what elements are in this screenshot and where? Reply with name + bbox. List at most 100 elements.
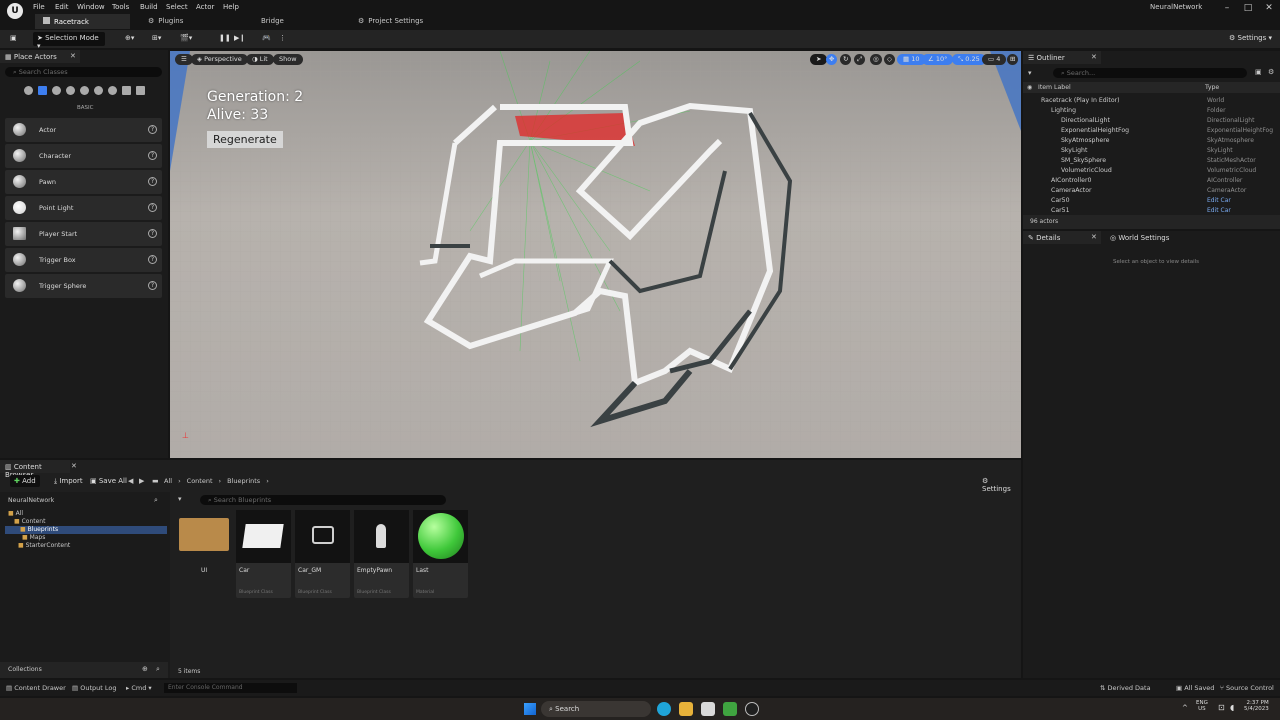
menu-file[interactable]: File [33,3,45,11]
search-icon[interactable]: ⌕ [156,665,160,674]
menu-actor[interactable]: Actor [196,3,214,11]
shapes-icon[interactable] [66,86,75,95]
filter-icon[interactable]: ▾ [178,495,182,503]
save-all-button[interactable]: ▣ Save All [86,475,131,487]
camera-speed-button[interactable]: ▭ 4 [982,54,1007,65]
edge-icon[interactable] [657,702,671,716]
level-viewport[interactable]: ☰ ◈ Perspective ◑ Lit Show ➤ ✥ ↻ ⤢ ◎ ◇ ▦… [170,51,1021,458]
tab-outliner[interactable]: ☰ Outliner [1023,51,1101,64]
language-indicator[interactable]: ENG US [1196,700,1208,712]
blueprint-icon[interactable]: ⊞▾ [148,32,165,46]
minimize-button[interactable]: – [1220,3,1234,13]
taskbar-search[interactable]: ⌕ Search [541,701,651,717]
content-settings-button[interactable]: ⚙ Settings [978,475,1021,493]
import-button[interactable]: ⤓ Import [50,475,87,487]
asset-last-material[interactable]: Last Material [413,510,468,598]
tab-bridge[interactable]: Bridge [253,14,292,29]
add-folder-icon[interactable]: ▣ [1255,68,1262,76]
eye-icon[interactable]: ◉ [1027,84,1032,91]
close-icon[interactable]: ✕ [1091,233,1097,241]
scale-snap-toggle[interactable]: ⤡ 0.25 [952,54,986,65]
perspective-button[interactable]: ◈ Perspective [191,54,248,65]
menu-window[interactable]: Window [77,3,105,11]
file-explorer-icon[interactable] [679,702,693,716]
possess-icon[interactable]: 🎮 [258,32,275,46]
notepad-icon[interactable] [701,702,715,716]
maximize-button[interactable]: □ [1241,3,1255,13]
search-blueprints-input[interactable]: ⌕ Search Blueprints [200,495,446,505]
geometry-icon[interactable] [108,86,117,95]
outliner-row[interactable]: Car51 [1051,207,1070,214]
select-tool-icon[interactable]: ➤ [810,54,828,65]
menu-build[interactable]: Build [140,3,158,11]
close-window-button[interactable]: ✕ [1262,3,1276,13]
tree-item-maps[interactable]: ■ Maps [22,534,45,541]
asset-folder-ui[interactable]: UI [177,510,232,598]
regenerate-button[interactable]: Regenerate [207,131,283,148]
breadcrumb-all[interactable]: All [164,477,172,485]
app-icon[interactable] [723,702,737,716]
volume-icon[interactable]: ◖ [1230,703,1234,712]
column-item-label[interactable]: Item Label [1038,84,1071,91]
outliner-row[interactable]: SkyLight [1061,147,1087,154]
unreal-engine-icon[interactable] [745,702,759,716]
tab-racetrack[interactable]: Racetrack [35,14,130,29]
column-type[interactable]: Type [1205,84,1219,91]
settings-icon[interactable]: ⚙ [1268,68,1274,76]
volumes-icon[interactable] [122,86,131,95]
search-classes-input[interactable]: ⌕ Search Classes [5,67,162,77]
outliner-row[interactable]: VolumetricCloud [1061,167,1112,174]
outliner-row[interactable]: SM_SkySphere [1061,157,1106,164]
help-icon[interactable]: ? [148,255,157,264]
derived-data-button[interactable]: ⇅ Derived Data [1100,684,1151,692]
menu-tools[interactable]: Tools [112,3,129,11]
light-icon[interactable] [52,86,61,95]
outliner-search-input[interactable]: ⌕ Search... [1053,68,1247,78]
network-icon[interactable]: ⊡ [1218,703,1225,712]
breadcrumb-content[interactable]: Content [187,477,213,485]
actor-item-character[interactable]: Character ? [5,144,162,168]
outliner-row[interactable]: DirectionalLight [1061,117,1110,124]
more-icon[interactable]: ⋮ [275,32,290,46]
basic-icon[interactable] [38,86,47,95]
close-icon[interactable]: ✕ [1091,53,1097,61]
filter-icon[interactable]: ▾ [1028,69,1032,77]
collections-bar[interactable]: Collections ⊕ ⌕ [0,662,168,678]
rotation-snap-toggle[interactable]: ∠ 10° [922,54,954,65]
settings-button[interactable]: ⚙ Settings ▾ [1225,32,1276,46]
outliner-row[interactable]: AIController0 [1051,177,1091,184]
back-icon[interactable]: ◀ [128,477,133,485]
help-icon[interactable]: ? [148,203,157,212]
outliner-row[interactable]: Racetrack (Play In Editor) [1041,97,1120,104]
help-icon[interactable]: ? [148,125,157,134]
asset-empty-pawn[interactable]: EmptyPawn Blueprint Class [354,510,409,598]
selection-mode-dropdown[interactable]: ➤ Selection Mode ▾ [33,32,105,50]
clock[interactable]: 2:37 PM 5/4/2023 [1244,700,1269,712]
source-control-button[interactable]: ⑂ Source Control [1220,684,1274,692]
help-icon[interactable]: ? [148,151,157,160]
tab-plugins[interactable]: ⚙ Plugins [140,14,191,29]
output-log-button[interactable]: ▤ Output Log [72,684,116,692]
actor-item-trigger-sphere[interactable]: Trigger Sphere ? [5,274,162,298]
tree-item-content[interactable]: ■ Content [14,518,45,525]
actor-item-trigger-box[interactable]: Trigger Box ? [5,248,162,272]
tab-world-settings[interactable]: ◎ World Settings [1105,231,1174,244]
tab-project-settings[interactable]: ⚙ Project Settings [350,14,431,29]
outliner-row[interactable]: Lighting [1051,107,1076,114]
edit-car-link[interactable]: Edit Car [1207,207,1231,214]
tab-content-browser[interactable]: ▥ Content Browser [0,460,70,479]
edit-car-link[interactable]: Edit Car [1207,197,1231,204]
breadcrumb-blueprints[interactable]: Blueprints [227,477,260,485]
tab-place-actors[interactable]: ▦ Place Actors [0,50,80,63]
tree-item-blueprints[interactable]: ■ Blueprints [5,526,167,534]
console-command-input[interactable]: Enter Console Command [164,683,297,693]
all-classes-icon[interactable] [136,86,145,95]
actor-item-point-light[interactable]: Point Light ? [5,196,162,220]
show-button[interactable]: Show [273,54,303,65]
all-saved-button[interactable]: ▣ All Saved [1176,684,1214,692]
add-button[interactable]: ✚ Add [10,475,40,487]
folder-icon[interactable]: ▬ [152,477,159,485]
actor-item-pawn[interactable]: Pawn ? [5,170,162,194]
save-icon[interactable]: ▣ [6,32,21,46]
asset-car-gm[interactable]: Car_GM Blueprint Class [295,510,350,598]
